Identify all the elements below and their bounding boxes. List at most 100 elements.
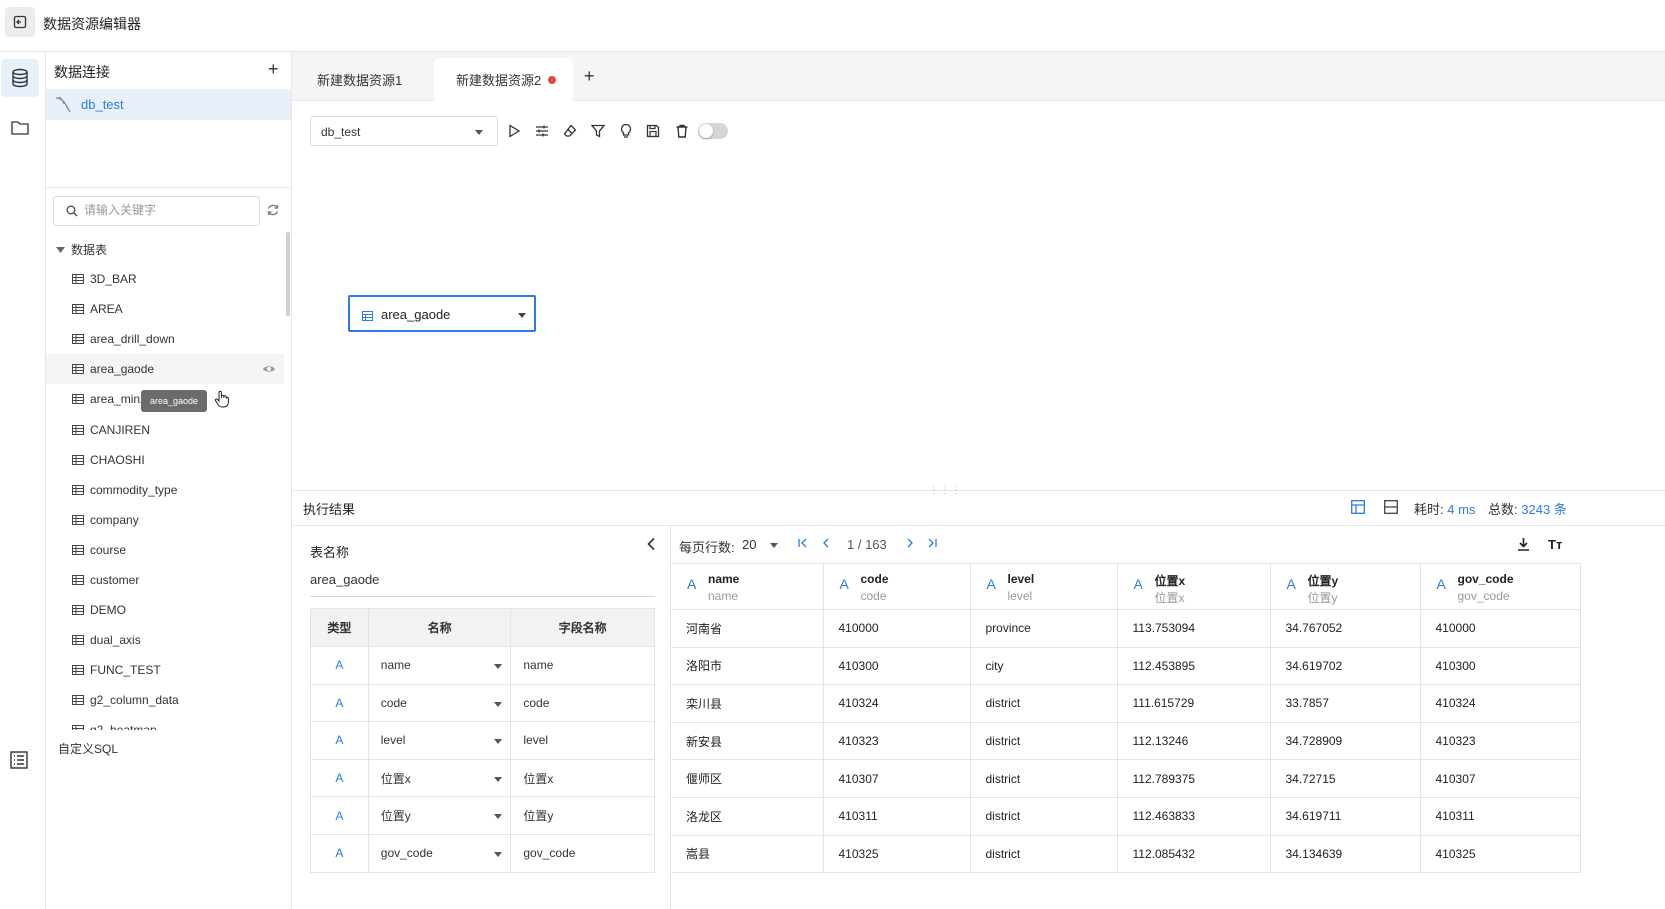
table-cell[interactable]: 34.72715 <box>1270 759 1421 798</box>
last-page-icon[interactable] <box>926 537 938 552</box>
table-item[interactable]: CANJIREN <box>46 414 284 444</box>
table-item[interactable]: course <box>46 535 284 565</box>
field-type-icon[interactable]: A <box>310 833 369 873</box>
table-cell[interactable]: 410324 <box>823 684 971 723</box>
table-cell[interactable]: city <box>970 647 1118 686</box>
table-cell[interactable]: 410324 <box>1420 684 1581 723</box>
column-header[interactable]: Alevel level <box>970 563 1118 610</box>
table-cell[interactable]: 嵩县 <box>671 835 824 874</box>
table-cell[interactable]: 112.13246 <box>1117 722 1271 761</box>
search-input[interactable] <box>84 203 254 217</box>
table-cell[interactable]: 34.728909 <box>1270 722 1421 761</box>
custom-sql-label[interactable]: 自定义SQL <box>58 740 118 757</box>
table-cell[interactable]: district <box>970 684 1118 723</box>
table-cell[interactable]: 410000 <box>823 609 971 648</box>
column-header[interactable]: A 位置y 位置y <box>1270 563 1421 610</box>
table-item[interactable]: commodity_type <box>46 475 284 505</box>
tab-resource-2[interactable]: 新建数据资源2 <box>434 58 573 101</box>
database-select[interactable]: db_test <box>310 116 498 146</box>
field-type-icon[interactable]: A <box>310 646 369 685</box>
field-alias[interactable]: 位置x <box>510 758 655 798</box>
table-cell[interactable]: 112.463833 <box>1117 797 1271 836</box>
field-alias[interactable]: name <box>510 646 655 685</box>
table-cell[interactable]: 410300 <box>823 647 971 686</box>
table-cell[interactable]: 410307 <box>823 759 971 798</box>
table-item[interactable]: area_drill_down <box>46 324 284 354</box>
table-cell[interactable]: 410323 <box>1420 722 1581 761</box>
field-alias[interactable]: level <box>510 721 655 760</box>
table-cell[interactable]: 410000 <box>1420 609 1581 648</box>
table-cell[interactable]: district <box>970 722 1118 761</box>
connection-item[interactable]: db_test <box>46 89 291 120</box>
table-item[interactable]: FUNC_TEST <box>46 655 284 685</box>
field-name-select[interactable]: name <box>367 646 512 685</box>
table-cell[interactable]: 33.7857 <box>1270 684 1421 723</box>
table-cell[interactable]: 410325 <box>1420 835 1581 874</box>
prev-page-icon[interactable] <box>820 537 832 552</box>
table-cell[interactable]: district <box>970 835 1118 874</box>
rows-per-page-select[interactable]: 20 <box>742 537 778 552</box>
download-icon[interactable] <box>1517 537 1530 554</box>
table-cell[interactable]: 112.453895 <box>1117 647 1271 686</box>
folder-icon[interactable] <box>1 109 39 147</box>
table-cell[interactable]: 洛阳市 <box>671 647 824 686</box>
table-name-value[interactable]: area_gaode <box>310 572 379 587</box>
column-header[interactable]: Aname name <box>671 563 824 610</box>
table-cell[interactable]: 洛龙区 <box>671 797 824 836</box>
table-cell[interactable]: 410325 <box>823 835 971 874</box>
field-name-select[interactable]: code <box>367 683 512 723</box>
next-page-icon[interactable] <box>904 537 916 552</box>
refresh-icon[interactable] <box>266 203 280 220</box>
table-item[interactable]: company <box>46 505 284 535</box>
table-cell[interactable]: 410311 <box>823 797 971 836</box>
table-cell[interactable]: 410311 <box>1420 797 1581 836</box>
chevron-down-icon[interactable] <box>518 313 526 318</box>
resize-handle[interactable]: ⋮⋮⋮ <box>929 485 962 496</box>
table-cell[interactable]: 34.619711 <box>1270 797 1421 836</box>
table-cell[interactable]: 111.615729 <box>1117 684 1271 723</box>
column-header[interactable]: A 位置x 位置x <box>1117 563 1271 610</box>
table-item[interactable]: AREA <box>46 294 284 324</box>
field-alias[interactable]: 位置y <box>510 796 655 835</box>
eraser-icon[interactable] <box>562 123 578 139</box>
text-size-icon[interactable]: Tт <box>1548 537 1562 552</box>
table-cell[interactable]: 河南省 <box>671 609 824 648</box>
filter-icon[interactable] <box>590 123 606 139</box>
save-icon[interactable] <box>645 123 661 139</box>
first-page-icon[interactable] <box>797 537 809 552</box>
field-name-select[interactable]: 位置y <box>367 796 512 835</box>
field-type-icon[interactable]: A <box>310 721 369 760</box>
table-cell[interactable]: 112.085432 <box>1117 835 1271 874</box>
eye-icon[interactable] <box>262 364 276 374</box>
table-item[interactable]: DEMO <box>46 595 284 625</box>
resize-divider[interactable] <box>293 490 1665 491</box>
field-name-select[interactable]: gov_code <box>367 833 512 873</box>
table-cell[interactable]: 34.134639 <box>1270 835 1421 874</box>
list-icon[interactable] <box>0 741 38 779</box>
table-item[interactable]: g2_column_data <box>46 685 284 715</box>
database-icon[interactable] <box>1 59 39 97</box>
table-item[interactable]: dual_axis <box>46 625 284 655</box>
table-cell[interactable]: district <box>970 797 1118 836</box>
tab-resource-1[interactable]: 新建数据资源1 <box>317 58 402 101</box>
collapse-icon[interactable] <box>646 537 656 554</box>
column-header[interactable]: Agov_code gov_code <box>1420 563 1581 610</box>
layout-split-icon[interactable] <box>1351 500 1365 517</box>
field-name-select[interactable]: 位置x <box>367 758 512 798</box>
field-type-icon[interactable]: A <box>310 796 369 835</box>
column-header[interactable]: Acode code <box>823 563 971 610</box>
mode-toggle[interactable] <box>698 123 728 139</box>
table-cell[interactable]: 栾川县 <box>671 684 824 723</box>
table-cell[interactable]: 34.619702 <box>1270 647 1421 686</box>
run-icon[interactable] <box>506 123 522 139</box>
table-cell[interactable]: 410300 <box>1420 647 1581 686</box>
table-cell[interactable]: district <box>970 759 1118 798</box>
exit-icon[interactable] <box>5 7 35 37</box>
add-connection-button[interactable]: + <box>268 59 279 80</box>
table-cell[interactable]: 113.753094 <box>1117 609 1271 648</box>
delete-icon[interactable] <box>674 123 690 139</box>
field-name-select[interactable]: level <box>367 721 512 760</box>
table-cell[interactable]: 410307 <box>1420 759 1581 798</box>
tree-header[interactable]: 数据表 <box>56 241 107 258</box>
table-cell[interactable]: 新安县 <box>671 722 824 761</box>
